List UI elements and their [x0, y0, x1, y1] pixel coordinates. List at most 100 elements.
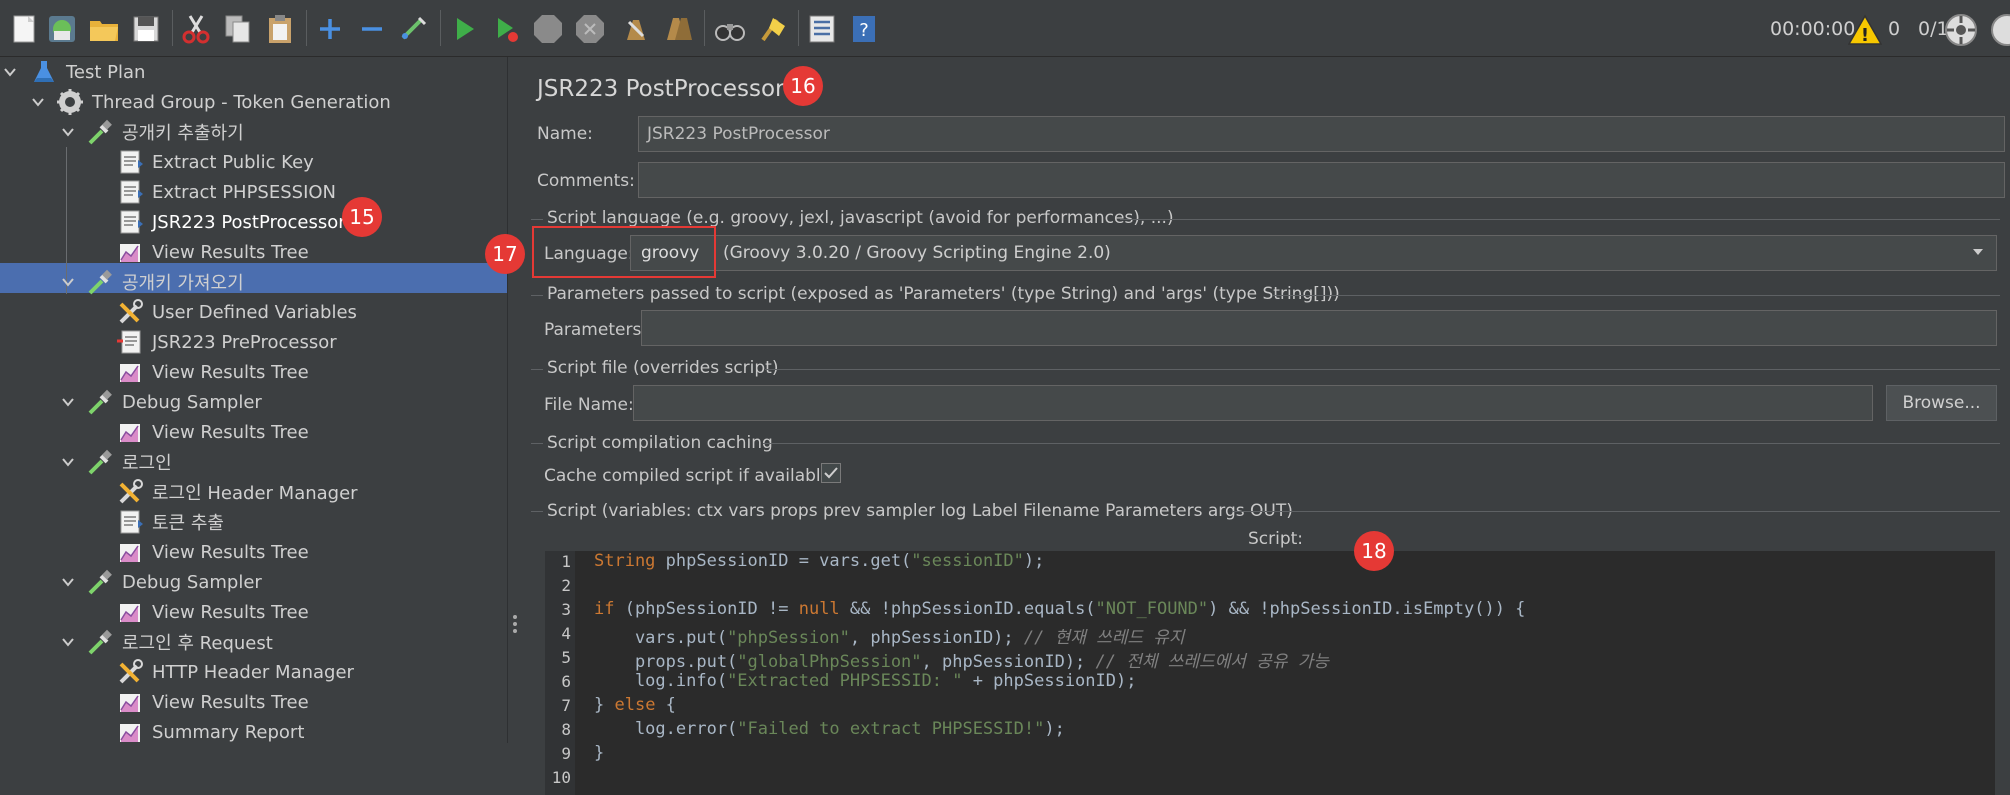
function-helper-icon[interactable] — [802, 9, 842, 49]
tree-node[interactable]: View Results Tree — [116, 417, 309, 447]
line-number: 10 — [551, 768, 571, 787]
save-icon[interactable] — [126, 9, 166, 49]
splitter[interactable] — [507, 57, 525, 743]
tree-node-label: 로그인 Header Manager — [152, 483, 358, 504]
tree-node[interactable]: View Results Tree — [116, 357, 309, 387]
expand-icon[interactable] — [310, 9, 350, 49]
tree-node-label: Test Plan — [66, 61, 146, 83]
pipette-icon — [86, 388, 114, 416]
cut-icon[interactable] — [176, 9, 216, 49]
code-line[interactable]: vars.put("phpSession", phpSessionID); //… — [594, 623, 1185, 648]
tree-expand-chevron-icon[interactable] — [30, 94, 46, 110]
tree-node[interactable]: View Results Tree — [116, 597, 309, 627]
templates-icon[interactable] — [42, 9, 82, 49]
new-icon[interactable] — [4, 9, 44, 49]
preprocessor-icon — [116, 328, 144, 356]
svg-text:?: ? — [859, 20, 869, 41]
help-icon[interactable]: ? — [844, 9, 884, 49]
pipette-icon — [86, 448, 114, 476]
tree-node[interactable]: HTTP Header Manager — [116, 657, 354, 687]
start-icon[interactable] — [444, 9, 484, 49]
line-number: 1 — [561, 552, 571, 571]
tree-node[interactable]: 공개키 가져오기 — [86, 267, 244, 297]
copy-icon[interactable] — [218, 9, 258, 49]
clear-icon[interactable] — [616, 9, 656, 49]
tree-node[interactable]: User Defined Variables — [116, 297, 357, 327]
tree-node[interactable]: Debug Sampler — [86, 387, 262, 417]
paste-icon[interactable] — [260, 9, 300, 49]
code-line[interactable]: } else { — [594, 695, 676, 715]
tree-node[interactable]: Debug Sampler — [86, 567, 262, 597]
tree-node[interactable]: Thread Group - Token Generation — [56, 87, 391, 117]
tree-node[interactable]: 로그인 후 Request — [86, 627, 273, 657]
stop-icon[interactable] — [528, 9, 568, 49]
tree-expand-chevron-icon[interactable] — [60, 574, 76, 590]
tree-node[interactable]: 로그인 Header Manager — [116, 477, 358, 507]
tree-node-label: View Results Tree — [152, 691, 309, 713]
tree-expand-chevron-icon[interactable] — [60, 274, 76, 290]
tree-expand-chevron-icon[interactable] — [60, 634, 76, 650]
code-line[interactable]: if (phpSessionID != null && !phpSessionI… — [594, 599, 1525, 619]
collapse-icon[interactable] — [352, 9, 392, 49]
chevron-down-icon[interactable] — [1970, 244, 1986, 265]
cache-checkbox[interactable] — [821, 463, 841, 483]
code-line[interactable]: String phpSessionID = vars.get("sessionI… — [594, 551, 1044, 571]
tree-node[interactable]: JSR223 PreProcessor — [116, 327, 337, 357]
tree-node[interactable]: 토큰 추출 — [116, 507, 224, 537]
tree-node[interactable]: View Results Tree — [116, 537, 309, 567]
tree-node[interactable]: View Results Tree — [116, 237, 309, 267]
language-select[interactable]: groovy (Groovy 3.0.20 / Groovy Scripting… — [630, 235, 1997, 271]
remote-icon[interactable] — [1944, 13, 1978, 51]
tree-node[interactable]: Test Plan — [30, 57, 145, 87]
parameters-label: Parameters: — [544, 320, 648, 340]
listener-chart-icon — [116, 688, 144, 716]
file-name-label: File Name: — [544, 395, 634, 415]
parameters-field[interactable] — [641, 310, 1997, 346]
line-number: 4 — [561, 624, 571, 643]
toggle-icon[interactable] — [394, 9, 434, 49]
elapsed-timer: 00:00:00 — [1770, 18, 1856, 40]
gear-icon — [56, 88, 84, 116]
code-line[interactable]: } — [594, 743, 604, 763]
tree-node[interactable]: 로그인 — [86, 447, 172, 477]
tree-node-label: Debug Sampler — [122, 391, 262, 413]
line-number: 6 — [561, 672, 571, 691]
reset-search-icon[interactable] — [752, 9, 792, 49]
browse-button[interactable]: Browse... — [1886, 385, 1997, 421]
tree-expand-chevron-icon[interactable] — [60, 394, 76, 410]
name-field[interactable]: JSR223 PostProcessor — [638, 116, 2005, 152]
comments-label: Comments: — [537, 171, 635, 191]
warning-icon[interactable]: ! — [1847, 14, 1883, 50]
code-line[interactable]: props.put("globalPhpSession", phpSession… — [594, 647, 1329, 672]
code-line[interactable]: log.info("Extracted PHPSESSID: " + phpSe… — [594, 671, 1137, 691]
wrench-icon — [116, 298, 144, 326]
tree-expand-chevron-icon[interactable] — [60, 124, 76, 140]
start-no-pause-icon[interactable] — [486, 9, 526, 49]
annotation-badge-16: 16 — [783, 66, 823, 106]
tree-node[interactable]: Extract Public Key — [116, 147, 314, 177]
tree-node[interactable]: JSR223 PostProcessor — [116, 207, 346, 237]
pipette-icon — [86, 568, 114, 596]
tree-node[interactable]: Extract PHPSESSION — [116, 177, 336, 207]
toolbar: ? 00:00:00 ! 0 0/1 — [0, 0, 2010, 57]
comments-field[interactable] — [638, 162, 2005, 198]
annotation-badge-15: 15 — [342, 197, 382, 237]
tree-expand-chevron-icon[interactable] — [2, 64, 18, 80]
splitter-grip-icon[interactable] — [511, 614, 519, 638]
clear-all-icon[interactable] — [658, 9, 698, 49]
tree-node[interactable]: 공개키 추출하기 — [86, 117, 244, 147]
search-icon[interactable] — [710, 9, 750, 49]
tree-node[interactable]: View Results Tree — [116, 687, 309, 717]
tree-node-label: Summary Report — [152, 721, 305, 743]
tree-node[interactable]: Summary Report — [116, 717, 304, 743]
tree-expand-chevron-icon[interactable] — [60, 454, 76, 470]
file-name-field[interactable] — [633, 385, 1873, 421]
open-icon[interactable] — [84, 9, 124, 49]
shutdown-icon[interactable] — [570, 9, 610, 49]
parameters-section-title: Parameters passed to script (exposed as … — [547, 284, 1340, 304]
annotation-badge-18: 18 — [1354, 531, 1394, 571]
listener-chart-icon — [116, 538, 144, 566]
more-icon[interactable] — [1990, 13, 2010, 51]
tree-node-label: 공개키 가져오기 — [122, 273, 244, 294]
code-line[interactable]: log.error("Failed to extract PHPSESSID!"… — [594, 719, 1065, 739]
